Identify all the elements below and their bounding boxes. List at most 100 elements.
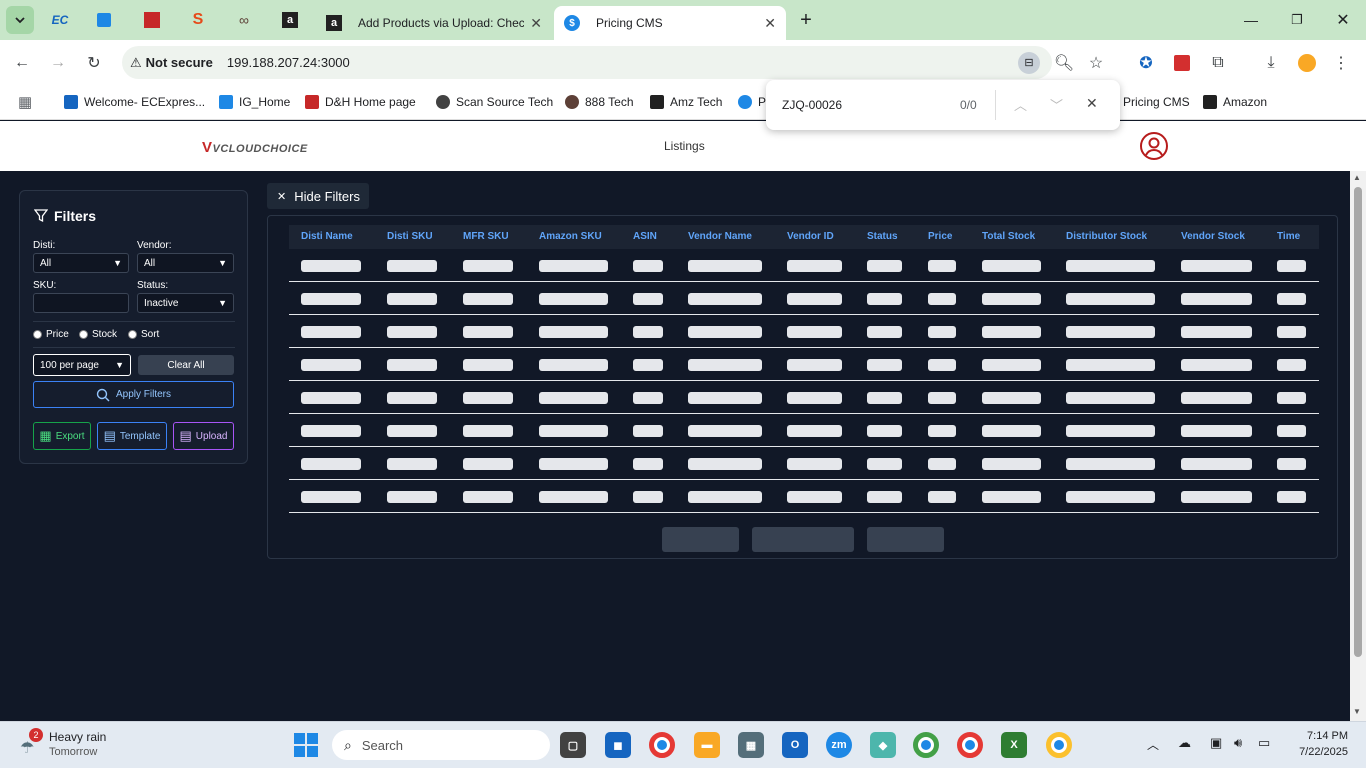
close-icon[interactable]: ✕ — [764, 15, 776, 32]
pinned-tab-ec[interactable]: EC — [46, 6, 74, 34]
column-header[interactable]: Vendor Name — [688, 231, 752, 242]
scroll-up-arrow-icon[interactable]: ▲ — [1353, 173, 1361, 182]
chrome-button[interactable] — [649, 732, 675, 758]
bookmark-amazon[interactable]: Amazon — [1203, 93, 1267, 111]
table-row[interactable] — [289, 348, 1319, 381]
table-row[interactable] — [289, 414, 1319, 447]
task-view-button[interactable]: ▢ — [560, 732, 586, 758]
column-header[interactable]: Distributor Stock — [1066, 231, 1147, 242]
template-button[interactable]: ▤ Template — [97, 422, 167, 450]
excel-button[interactable]: X — [1001, 732, 1027, 758]
column-header[interactable]: MFR SKU — [463, 231, 509, 242]
pinned-tab-ig[interactable] — [90, 6, 118, 34]
table-row[interactable] — [289, 282, 1319, 315]
outlook-button[interactable]: O — [782, 732, 808, 758]
app-diamond-button[interactable]: ◆ — [870, 732, 896, 758]
column-header[interactable]: Vendor Stock — [1181, 231, 1245, 242]
downloads-button[interactable]: ⤓ — [1260, 52, 1282, 74]
find-prev-button[interactable]: ︿ — [1014, 95, 1027, 114]
security-label[interactable]: Not secure — [146, 55, 213, 70]
radio-price[interactable]: Price — [33, 329, 69, 340]
taskbar-search[interactable]: ⌕ Search — [332, 730, 550, 760]
address-bar[interactable]: ⚠ Not secure 199.188.207.24:3000 ⊟ — [122, 46, 1052, 79]
table-row[interactable] — [289, 480, 1319, 513]
clock[interactable]: 7:14 PM 7/22/2025 — [1286, 728, 1348, 760]
scroll-down-arrow-icon[interactable]: ▼ — [1353, 707, 1361, 716]
bookmark-dh-home[interactable]: D&H Home page — [305, 93, 416, 111]
tray-battery-icon[interactable]: ▭ — [1258, 735, 1270, 751]
calculator-button[interactable]: ▦ — [738, 732, 764, 758]
pinned-tab-888[interactable]: ∞ — [230, 6, 258, 34]
bookmark-ig-home[interactable]: IG_Home — [219, 93, 290, 111]
status-select[interactable]: Inactive ▼ — [137, 293, 234, 313]
sku-input[interactable] — [33, 293, 129, 313]
pinned-tab-dh[interactable] — [138, 6, 166, 34]
pagination-next-button[interactable] — [867, 527, 944, 552]
tray-network-icon[interactable]: ▣ — [1210, 735, 1222, 751]
table-row[interactable] — [289, 381, 1319, 414]
export-button[interactable]: ▦ Export — [33, 422, 91, 450]
extension-2-button[interactable] — [1171, 52, 1193, 74]
tray-overflow-button[interactable]: ︿ — [1147, 736, 1159, 753]
disti-select[interactable]: All ▼ — [33, 253, 129, 273]
apply-filters-button[interactable]: Apply Filters — [33, 381, 234, 408]
tray-volume-icon[interactable]: 🔊︎ — [1234, 735, 1242, 751]
column-header[interactable]: Disti Name — [301, 231, 353, 242]
profile-button[interactable] — [1296, 52, 1318, 74]
reload-button[interactable]: ↻ — [83, 52, 105, 74]
zoom-button[interactable]: 🔍︎ — [1053, 52, 1075, 74]
weather-widget[interactable]: ☂ 2 Heavy rain Tomorrow — [18, 728, 128, 764]
column-header[interactable]: Price — [928, 231, 952, 242]
hide-filters-button[interactable]: ✕ Hide Filters — [267, 183, 369, 209]
upload-button[interactable]: ▤ Upload — [173, 422, 234, 450]
per-page-select[interactable]: 100 per page ▼ — [33, 354, 131, 376]
find-input[interactable]: ZJQ-00026 — [782, 98, 842, 112]
tab-search-button[interactable] — [6, 6, 34, 34]
find-close-button[interactable]: ✕ — [1086, 95, 1098, 112]
column-header[interactable]: ASIN — [633, 231, 657, 242]
brand-logo[interactable]: VVCLOUDCHOICE — [202, 139, 308, 156]
zoom-app-button[interactable]: zm — [826, 732, 852, 758]
tab-add-products[interactable]: a Add Products via Upload: Chec ✕ — [316, 6, 552, 40]
column-header[interactable]: Total Stock — [982, 231, 1035, 242]
nav-listings[interactable]: Listings — [664, 139, 705, 153]
extensions-button[interactable]: ⧉ — [1207, 52, 1229, 74]
start-button[interactable] — [294, 733, 318, 757]
menu-button[interactable]: ⋮ — [1330, 52, 1352, 74]
back-button[interactable]: ← — [11, 52, 33, 74]
store-button[interactable]: ◼ — [605, 732, 631, 758]
extension-1-button[interactable]: ✪ — [1135, 52, 1157, 74]
file-explorer-button[interactable]: ▬ — [694, 732, 720, 758]
bookmark-pricing-cms[interactable]: Pricing CMS — [1123, 93, 1190, 111]
column-header[interactable]: Amazon SKU — [539, 231, 602, 242]
bookmark-scansource[interactable]: Scan Source Tech — [436, 93, 553, 111]
scrollbar-thumb[interactable] — [1354, 187, 1362, 657]
table-row[interactable] — [289, 315, 1319, 348]
radio-sort[interactable]: Sort — [128, 329, 159, 340]
tab-pricing-cms[interactable]: $ Pricing CMS ✕ — [554, 6, 786, 40]
bookmark-ecexpress[interactable]: Welcome- ECExpres... — [64, 93, 205, 111]
radio-stock[interactable]: Stock — [79, 329, 117, 340]
bookmark-truncated[interactable]: P — [738, 93, 766, 111]
user-account-button[interactable] — [1139, 131, 1169, 161]
page-scrollbar[interactable]: ▲ ▼ — [1350, 171, 1366, 721]
chrome-profile-1-button[interactable] — [913, 732, 939, 758]
url-text[interactable]: 199.188.207.24:3000 — [227, 55, 350, 70]
pinned-tab-amazon[interactable]: a — [276, 6, 304, 34]
pagination-prev-button[interactable] — [662, 527, 739, 552]
table-row[interactable] — [289, 249, 1319, 282]
maximize-button[interactable]: ❐ — [1274, 8, 1320, 32]
minimize-button[interactable]: — — [1228, 8, 1274, 32]
table-row[interactable] — [289, 447, 1319, 480]
close-icon[interactable]: ✕ — [530, 15, 542, 32]
bookmark-888-tech[interactable]: 888 Tech — [565, 93, 634, 111]
bookmark-star-button[interactable]: ☆ — [1085, 52, 1107, 74]
column-header[interactable]: Disti SKU — [387, 231, 433, 242]
vendor-select[interactable]: All ▼ — [137, 253, 234, 273]
tray-cloud-icon[interactable]: ☁ — [1178, 735, 1191, 751]
close-window-button[interactable]: ✕ — [1320, 8, 1366, 32]
find-in-page-icon[interactable]: ⊟ — [1018, 51, 1040, 74]
find-next-button[interactable]: ﹀ — [1050, 95, 1063, 114]
new-tab-button[interactable]: + — [792, 6, 820, 34]
column-header[interactable]: Vendor ID — [787, 231, 834, 242]
